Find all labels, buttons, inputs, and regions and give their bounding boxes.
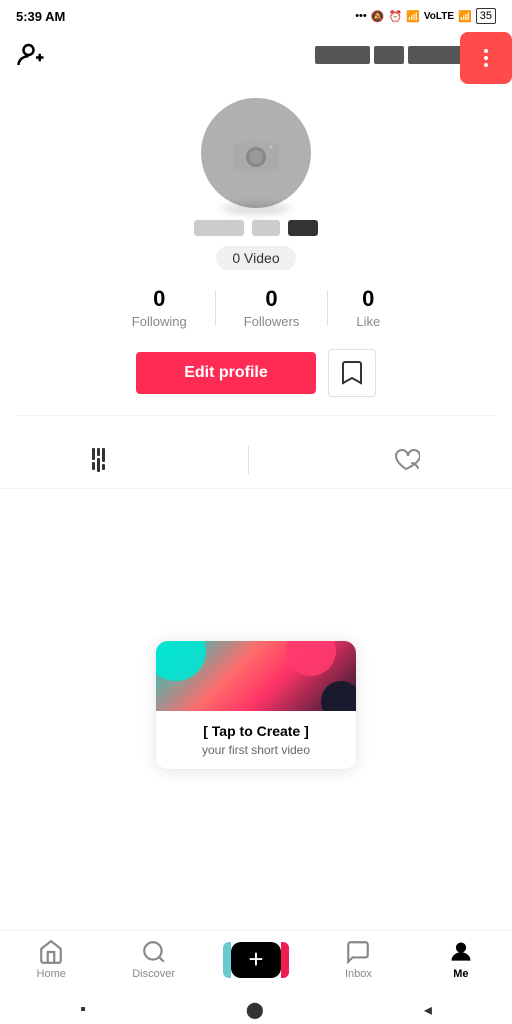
discover-label: Discover <box>132 968 175 980</box>
home-icon <box>38 939 64 965</box>
avatar[interactable] <box>201 98 311 208</box>
blob-dark <box>321 681 356 711</box>
nav-discover[interactable]: Discover <box>102 939 204 980</box>
placeholder-1 <box>194 220 244 236</box>
status-time: 5:39 AM <box>16 9 65 24</box>
top-nav: ▼ <box>0 32 512 78</box>
section-divider <box>16 415 496 416</box>
avatar-shadow <box>221 204 291 214</box>
inbox-icon <box>345 939 371 965</box>
tap-to-create-card[interactable]: [ Tap to Create ] your first short video <box>156 641 356 769</box>
add-user-button[interactable] <box>16 40 46 70</box>
signal-bars-icon: 📶 <box>406 10 420 23</box>
edit-profile-button[interactable]: Edit profile <box>136 352 316 394</box>
vertical-dots-icon <box>484 49 488 67</box>
android-home-circle[interactable]: ⬤ <box>246 1000 264 1020</box>
blob-pink <box>286 641 336 676</box>
profile-section: 0 Video 0 Following 0 Followers 0 Like E… <box>0 78 512 432</box>
status-bar: 5:39 AM ••• 🔕 ⏰ 📶 VoLTE 📶 35 <box>0 0 512 32</box>
placeholder-3 <box>288 220 318 236</box>
create-card-title: [ Tap to Create ] <box>166 723 346 739</box>
mute-icon: 🔕 <box>371 10 385 23</box>
android-nav-bar: ▪ ⬤ ◂ <box>0 996 512 1024</box>
wifi-icon: 📶 <box>458 10 472 23</box>
content-area: [ Tap to Create ] your first short video <box>0 489 512 829</box>
placeholder-2 <box>252 220 280 236</box>
camera-icon <box>231 133 281 173</box>
lte-icon: VoLTE <box>424 11 454 22</box>
alarm-icon: ⏰ <box>388 10 402 23</box>
create-card-graphic <box>156 641 356 711</box>
username-block-2 <box>374 46 404 64</box>
tab-divider <box>248 446 249 474</box>
blob-teal <box>156 641 206 681</box>
following-stat[interactable]: 0 Following <box>104 286 215 329</box>
nav-home[interactable]: Home <box>0 939 102 980</box>
username-blocks <box>315 46 478 64</box>
inbox-label: Inbox <box>345 968 372 980</box>
create-button[interactable]: + <box>231 942 281 978</box>
followers-label: Followers <box>244 314 300 329</box>
status-icons: ••• 🔕 ⏰ 📶 VoLTE 📶 35 <box>355 8 496 24</box>
likes-stat[interactable]: 0 Like <box>328 286 408 329</box>
nav-me[interactable]: Me <box>410 939 512 980</box>
android-recents-triangle[interactable]: ◂ <box>424 1000 432 1020</box>
home-label: Home <box>37 968 66 980</box>
bookmark-icon <box>341 360 363 386</box>
nav-inbox[interactable]: Inbox <box>307 939 409 980</box>
signal-dots-icon: ••• <box>355 10 367 22</box>
liked-videos-tab[interactable] <box>392 447 420 473</box>
username-block-1 <box>315 46 370 64</box>
stats-row: 0 Following 0 Followers 0 Like <box>16 286 496 329</box>
action-buttons: Edit profile <box>136 349 376 397</box>
battery-icon: 35 <box>476 8 496 24</box>
likes-count: 0 <box>362 286 374 312</box>
likes-label: Like <box>356 314 380 329</box>
followers-stat[interactable]: 0 Followers <box>216 286 328 329</box>
profile-icon <box>448 939 474 965</box>
me-label: Me <box>453 968 468 980</box>
following-label: Following <box>132 314 187 329</box>
nav-plus[interactable]: + <box>205 942 307 978</box>
android-back-square[interactable]: ▪ <box>80 1001 86 1019</box>
heart-comment-icon <box>392 447 420 473</box>
more-options-button[interactable] <box>460 32 512 84</box>
video-count-badge: 0 Video <box>216 246 295 270</box>
bottom-nav: Home Discover + Inbox Me <box>0 930 512 996</box>
grid-view-tab[interactable] <box>92 448 105 472</box>
create-card-subtitle: your first short video <box>166 743 346 757</box>
avatar-circle <box>201 98 311 208</box>
following-count: 0 <box>153 286 165 312</box>
bookmark-button[interactable] <box>328 349 376 397</box>
discover-icon <box>141 939 167 965</box>
followers-count: 0 <box>265 286 277 312</box>
content-tabs <box>0 432 512 489</box>
plus-icon: + <box>248 944 263 975</box>
username-placeholder-row <box>194 220 318 236</box>
grid-icon <box>92 448 105 472</box>
create-card-body: [ Tap to Create ] your first short video <box>156 711 356 769</box>
